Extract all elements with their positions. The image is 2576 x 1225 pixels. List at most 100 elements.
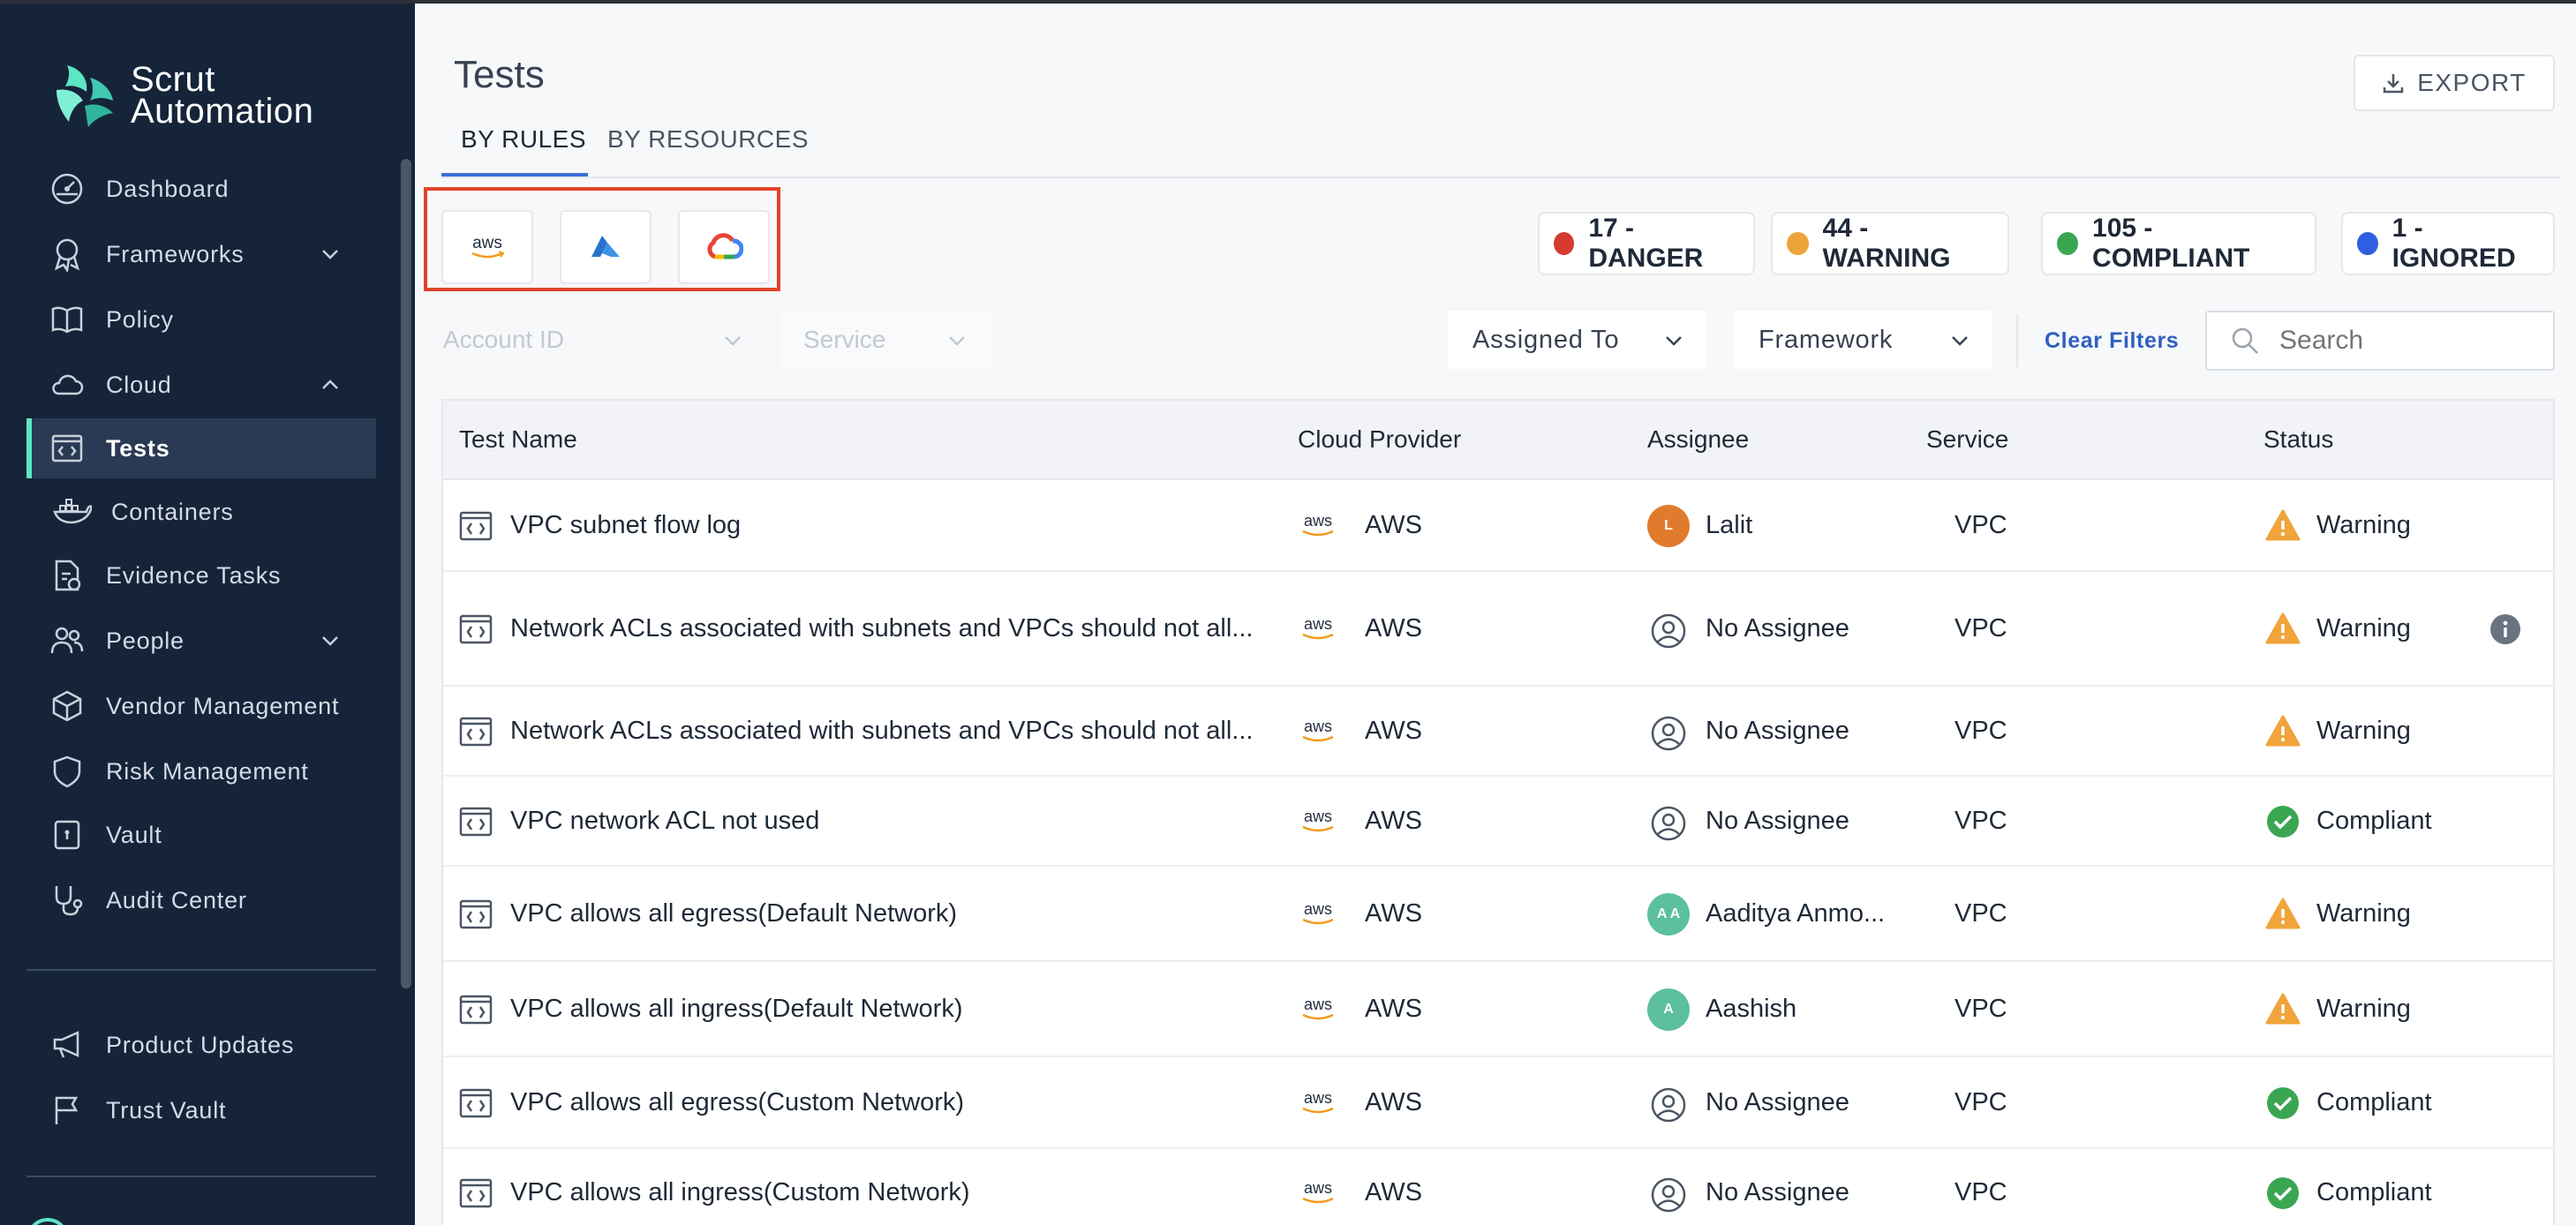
sidebar-item-trust-vault[interactable]: Trust Vault	[26, 1080, 376, 1140]
search-input[interactable]	[2279, 326, 2544, 356]
megaphone-icon	[48, 1026, 87, 1064]
column-header-service[interactable]: Service	[1926, 425, 2008, 454]
chevron-down-icon[interactable]	[320, 244, 341, 265]
provider-aws-button[interactable]: aws	[441, 210, 533, 284]
table-row[interactable]: VPC allows all egress(Custom Network) aws…	[443, 1057, 2553, 1149]
framework-dropdown[interactable]: Framework	[1734, 311, 1992, 369]
column-header-assignee[interactable]: Assignee	[1647, 425, 1749, 454]
test-name[interactable]: VPC allows all egress(Default Network)	[510, 899, 957, 928]
table-row[interactable]: VPC subnet flow log aws AWS L Lalit VPC Warnin…	[443, 480, 2553, 572]
user-circle-icon	[1647, 1174, 1690, 1216]
sidebar-item-frameworks[interactable]: Frameworks	[26, 224, 376, 284]
aws-logo-icon: aws	[1298, 1089, 1338, 1122]
code-window-icon	[48, 429, 87, 468]
service-dropdown[interactable]: Service	[780, 311, 989, 369]
status-label: Warning	[2316, 717, 2411, 745]
tab-active-indicator	[441, 173, 588, 177]
svg-text:aws: aws	[1304, 718, 1332, 735]
status-chip-ignored[interactable]: 1 - IGNORED	[2341, 212, 2555, 275]
search-box[interactable]	[2205, 311, 2555, 371]
status-chip-compliant[interactable]: 105 - COMPLIANT	[2041, 212, 2316, 275]
table-row[interactable]: VPC allows all ingress(Default Network) a…	[443, 962, 2553, 1057]
table-row[interactable]: Network ACLs associated with subnets and…	[443, 687, 2553, 777]
sidebar-item-risk-management[interactable]: Risk Management	[26, 741, 376, 801]
table-row[interactable]: VPC allows all egress(Default Network) aw…	[443, 867, 2553, 962]
sidebar-item-label: Evidence Tasks	[106, 561, 282, 589]
user-circle-icon	[1647, 1084, 1690, 1126]
assignee-name[interactable]: No Assignee	[1706, 614, 1849, 643]
status-chip-warning[interactable]: 44 - WARNING	[1771, 212, 2009, 275]
assignee-name[interactable]: No Assignee	[1706, 717, 1849, 746]
assignee-name[interactable]: Aaditya Anmo...	[1706, 899, 1885, 928]
account-id-dropdown[interactable]: Account ID	[443, 311, 743, 369]
test-name[interactable]: Network ACLs associated with subnets and…	[510, 717, 1253, 746]
test-name[interactable]: VPC allows all ingress(Default Network)	[510, 995, 963, 1024]
status-chip-label: 1 - IGNORED	[2391, 214, 2516, 273]
status-label: Warning	[2316, 511, 2411, 539]
sidebar-item-containers[interactable]: Containers	[26, 482, 376, 542]
status-chip-danger[interactable]: 17 - DANGER	[1538, 212, 1755, 275]
sidebar-item-label: Trust Vault	[106, 1096, 227, 1124]
table-row[interactable]: Network ACLs associated with subnets and…	[443, 572, 2553, 687]
sidebar-item-policy[interactable]: Policy	[26, 289, 376, 349]
cloud-provider: AWS	[1365, 1178, 1422, 1206]
page-title: Tests	[454, 53, 545, 96]
sidebar-item-tests[interactable]: Tests	[26, 418, 376, 478]
provider-azure-button[interactable]	[560, 210, 652, 284]
stethoscope-icon	[48, 881, 87, 920]
info-icon[interactable]	[2489, 613, 2521, 650]
aws-logo-icon: aws	[1298, 718, 1338, 750]
user-circle-icon	[1647, 712, 1690, 755]
sidebar-item-cloud[interactable]: Cloud	[26, 355, 376, 415]
service-name: VPC	[1955, 807, 2007, 835]
sidebar-item-people[interactable]: People	[26, 611, 376, 671]
download-icon	[2383, 74, 2404, 94]
sidebar-item-label: Product Updates	[106, 1031, 295, 1058]
sidebar-item-label: Tests	[106, 434, 170, 462]
test-name[interactable]: VPC network ACL not used	[510, 807, 819, 836]
assignee-name[interactable]: No Assignee	[1706, 1178, 1849, 1207]
aws-logo-icon: aws	[1298, 900, 1338, 933]
service-name: VPC	[1955, 717, 2007, 745]
column-header-cloud-provider[interactable]: Cloud Provider	[1298, 425, 1461, 454]
logo-line2: Automation	[131, 92, 314, 131]
warning-triangle-icon	[2265, 992, 2301, 1030]
test-name[interactable]: VPC subnet flow log	[510, 511, 741, 540]
tab-by-rules[interactable]: BY RULES	[461, 125, 586, 154]
warning-triangle-icon	[2265, 897, 2301, 935]
cloud-provider: AWS	[1365, 614, 1422, 643]
app-logo[interactable]: Scrut Automation	[49, 60, 313, 131]
assignee-name[interactable]: Lalit	[1706, 511, 1752, 540]
provider-selector: aws	[424, 187, 780, 291]
assignee-name[interactable]: No Assignee	[1706, 807, 1849, 836]
clear-filters-link[interactable]: Clear Filters	[2045, 328, 2179, 354]
provider-gcp-button[interactable]	[678, 210, 770, 284]
sidebar-item-evidence-tasks[interactable]: Evidence Tasks	[26, 545, 376, 605]
column-header-test-name[interactable]: Test Name	[459, 425, 577, 454]
flag-icon	[48, 1091, 87, 1130]
test-name[interactable]: VPC allows all ingress(Custom Network)	[510, 1178, 970, 1207]
sidebar-item-vault[interactable]: Vault	[26, 805, 376, 865]
chevron-down-icon[interactable]	[320, 630, 341, 651]
assignee-name[interactable]: No Assignee	[1706, 1088, 1849, 1117]
user-avatar-partial[interactable]	[26, 1218, 69, 1225]
sidebar-item-product-updates[interactable]: Product Updates	[26, 1015, 376, 1075]
table-row[interactable]: VPC network ACL not used aws AWS No Assigne…	[443, 777, 2553, 867]
assignee-name[interactable]: Aashish	[1706, 995, 1796, 1024]
test-name[interactable]: VPC allows all egress(Custom Network)	[510, 1088, 964, 1117]
test-name[interactable]: Network ACLs associated with subnets and…	[510, 614, 1253, 643]
tests-table: Test Name Cloud Provider Assignee Servic…	[441, 399, 2555, 1225]
sidebar-item-vendor-management[interactable]: Vendor Management	[26, 676, 376, 736]
sidebar-item-dashboard[interactable]: Dashboard	[26, 159, 376, 219]
assigned-to-dropdown[interactable]: Assigned To	[1448, 311, 1706, 369]
svg-text:aws: aws	[1304, 1089, 1332, 1107]
tab-by-resources[interactable]: BY RESOURCES	[607, 125, 809, 154]
chevron-up-icon[interactable]	[320, 374, 341, 395]
export-button[interactable]: EXPORT	[2354, 55, 2555, 111]
column-header-status[interactable]: Status	[2263, 425, 2333, 454]
shield-icon	[48, 752, 87, 791]
sidebar-item-label: Dashboard	[106, 175, 230, 202]
table-row[interactable]: VPC allows all ingress(Custom Network) aw…	[443, 1149, 2553, 1225]
sidebar-item-audit-center[interactable]: Audit Center	[26, 870, 376, 930]
sidebar-scrollbar[interactable]	[401, 159, 411, 988]
